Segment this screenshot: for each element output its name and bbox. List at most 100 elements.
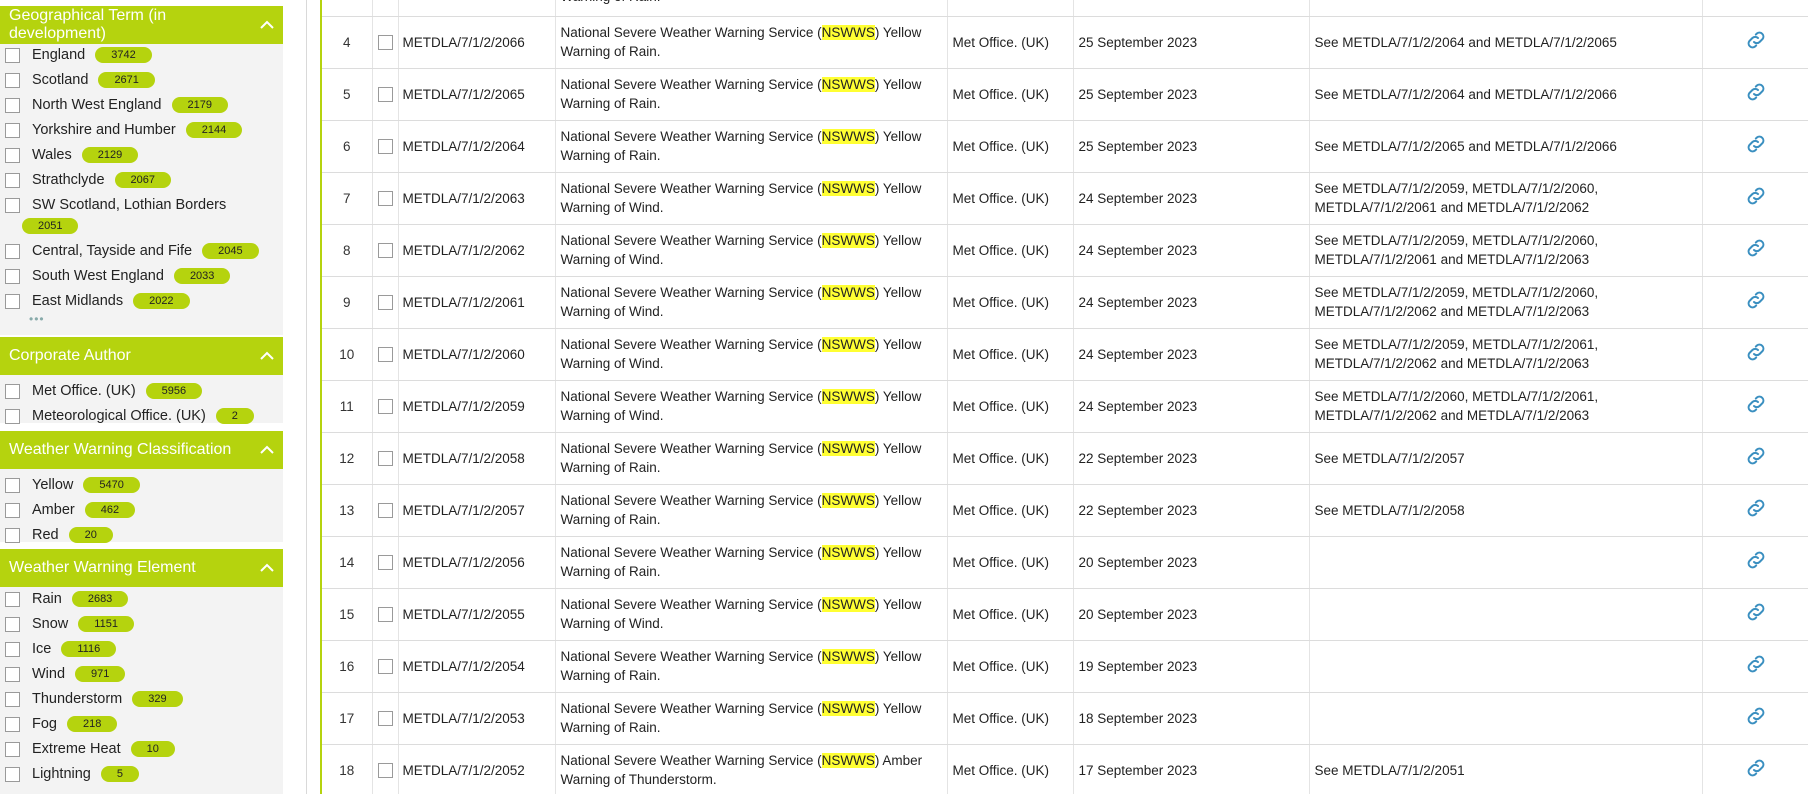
title-prefix: National Severe Weather Warning Service … (560, 441, 822, 456)
row-checkbox[interactable] (377, 86, 393, 102)
facet-option[interactable]: Thunderstorm 329 (0, 687, 183, 711)
link-icon[interactable] (1744, 239, 1768, 263)
link-icon[interactable] (1744, 135, 1768, 159)
chevron-up-icon[interactable] (260, 443, 274, 457)
facet-option[interactable]: Yellow 5470 (0, 473, 140, 497)
row-checkbox[interactable] (377, 606, 393, 622)
count-badge: 2144 (185, 122, 243, 138)
link-icon[interactable] (1744, 499, 1768, 523)
facet-header-geographical-term[interactable]: Geographical Term (in development) (0, 6, 283, 44)
facet-checkbox[interactable] (5, 502, 20, 518)
row-related: See METDLA/7/1/2/2059, METDLA/7/1/2/2060… (1309, 224, 1703, 277)
facet-option[interactable]: Rain 2683 (0, 587, 129, 611)
facet-checkbox[interactable] (5, 72, 20, 88)
facet-checkbox[interactable] (5, 293, 20, 309)
link-icon[interactable] (1744, 707, 1768, 731)
facet-option-label: Yorkshire and Humber (32, 122, 176, 138)
row-checkbox[interactable] (377, 346, 393, 362)
facet-option[interactable]: Yorkshire and Humber 2144 (0, 118, 243, 142)
row-checkbox[interactable] (377, 138, 393, 154)
link-icon[interactable] (1744, 187, 1768, 211)
facet-header-warning-element[interactable]: Weather Warning Element (0, 549, 283, 587)
row-checkbox[interactable] (377, 710, 393, 726)
facet-option[interactable]: Snow 1151 (0, 612, 134, 636)
table-row: 17 METDLA/7/1/2/2053 National Severe Weath… (322, 692, 1808, 745)
facet-checkbox[interactable] (5, 666, 20, 682)
row-checkbox[interactable] (377, 762, 393, 778)
link-icon[interactable] (1744, 395, 1768, 419)
facet-option[interactable]: Extreme Heat 10 (0, 737, 175, 761)
chevron-up-icon[interactable] (260, 561, 274, 575)
chevron-up-icon[interactable] (260, 18, 274, 32)
facet-checkbox[interactable] (5, 408, 20, 424)
facet-option[interactable]: Strathclyde 2067 (0, 168, 172, 192)
row-author: Met Office. (UK) (947, 640, 1074, 693)
facet-checkbox[interactable] (5, 47, 20, 63)
facet-option[interactable]: Fog 218 (0, 712, 118, 736)
row-checkbox[interactable] (377, 554, 393, 570)
facet-option[interactable]: Scotland 2671 (0, 68, 155, 92)
count-badge: 2067 (114, 172, 172, 188)
facet-checkbox[interactable] (5, 527, 20, 543)
facet-option[interactable]: Lightning 5 (0, 762, 139, 786)
facet-option[interactable]: Meteorological Office. (UK) 2 (0, 404, 254, 428)
row-id: METDLA/7/1/2/2065 (398, 68, 556, 121)
row-checkbox[interactable] (377, 190, 393, 206)
row-checkbox[interactable] (377, 502, 393, 518)
facet-checkbox[interactable] (5, 691, 20, 707)
row-title: National Severe Weather Warning Service … (555, 68, 948, 121)
search-highlight: NSWWS (821, 285, 875, 300)
row-checkbox-cell (372, 536, 399, 589)
link-icon[interactable] (1744, 291, 1768, 315)
facet-option-label: Fog (32, 716, 57, 732)
facet-option[interactable]: Red 20 (0, 523, 113, 547)
row-checkbox[interactable] (377, 398, 393, 414)
link-icon[interactable] (1744, 551, 1768, 575)
facet-option[interactable]: Amber 462 (0, 498, 136, 522)
facet-option[interactable]: South West England 2033 (0, 264, 231, 288)
facet-checkbox[interactable] (5, 477, 20, 493)
link-icon[interactable] (1744, 759, 1768, 783)
chevron-up-icon[interactable] (260, 349, 274, 363)
facet-checkbox[interactable] (5, 741, 20, 757)
facet-checkbox[interactable] (5, 766, 20, 782)
facet-checkbox[interactable] (5, 147, 20, 163)
facet-header-warning-classification[interactable]: Weather Warning Classification (0, 431, 283, 469)
facet-option[interactable]: North West England 2179 (0, 93, 228, 117)
show-more-icon[interactable]: ••• (29, 312, 45, 326)
facet-option-label: Wales (32, 147, 72, 163)
facet-option[interactable]: Central, Tayside and Fife 2045 (0, 239, 259, 263)
facet-checkbox[interactable] (5, 172, 20, 188)
link-icon[interactable] (1744, 31, 1768, 55)
link-icon[interactable] (1744, 603, 1768, 627)
facet-option[interactable]: Wind 971 (0, 662, 126, 686)
row-title: National Severe Weather Warning Service … (555, 744, 948, 794)
facet-checkbox[interactable] (5, 122, 20, 138)
facet-checkbox[interactable] (5, 591, 20, 607)
facet-checkbox[interactable] (5, 268, 20, 284)
link-icon[interactable] (1744, 447, 1768, 471)
search-highlight: NSWWS (821, 701, 875, 716)
facet-option[interactable]: England 3742 (0, 43, 152, 67)
facet-checkbox[interactable] (5, 641, 20, 657)
facet-option[interactable]: Met Office. (UK) 5956 (0, 379, 203, 403)
facet-checkbox[interactable] (5, 197, 20, 213)
facet-option[interactable]: East Midlands 2022 (0, 289, 190, 313)
link-icon[interactable] (1744, 83, 1768, 107)
link-icon[interactable] (1744, 655, 1768, 679)
facet-header-corporate-author[interactable]: Corporate Author (0, 337, 283, 375)
row-date: 20 September 2023 (1073, 536, 1310, 589)
row-checkbox[interactable] (377, 34, 393, 50)
facet-checkbox[interactable] (5, 383, 20, 399)
row-checkbox[interactable] (377, 242, 393, 258)
facet-checkbox[interactable] (5, 243, 20, 259)
facet-option[interactable]: Ice 1116 (0, 637, 117, 661)
row-checkbox[interactable] (377, 294, 393, 310)
facet-checkbox[interactable] (5, 616, 20, 632)
facet-checkbox[interactable] (5, 97, 20, 113)
facet-checkbox[interactable] (5, 716, 20, 732)
link-icon[interactable] (1744, 343, 1768, 367)
row-checkbox[interactable] (377, 450, 393, 466)
facet-option[interactable]: Wales 2129 (0, 143, 139, 167)
row-checkbox[interactable] (377, 658, 393, 674)
